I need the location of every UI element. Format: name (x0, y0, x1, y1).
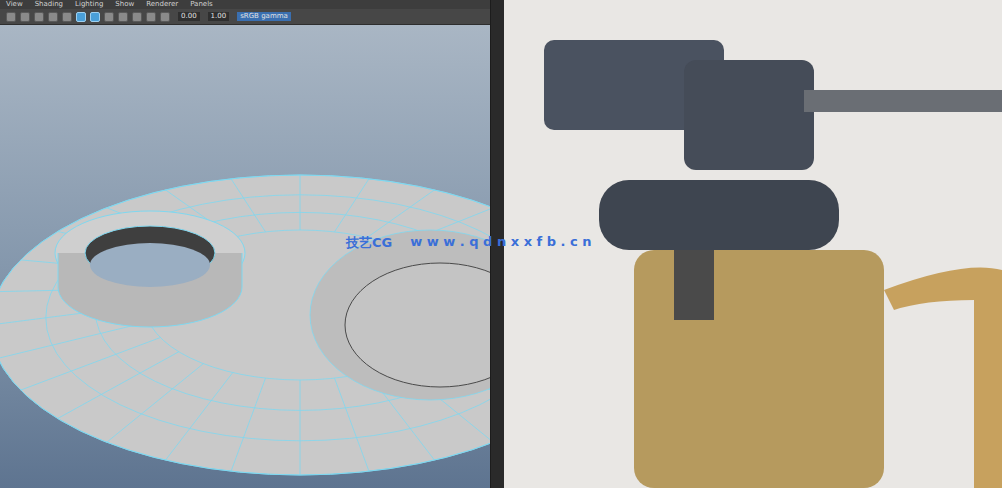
exposure-field[interactable]: 0.00 (178, 12, 200, 21)
menu-item[interactable]: Renderer (146, 0, 178, 9)
tool-button-icon[interactable] (90, 12, 100, 22)
panel-toolbar: 0.00 1.00 sRGB gamma (0, 9, 490, 25)
colorspace-field[interactable]: sRGB gamma (237, 12, 291, 21)
tool-button-icon[interactable] (48, 12, 58, 22)
tool-button-icon[interactable] (62, 12, 72, 22)
tool-button-icon[interactable] (20, 12, 30, 22)
mesh-wireframe-icon[interactable] (0, 25, 490, 488)
tool-button-icon[interactable] (132, 12, 142, 22)
menu-item[interactable]: Shading (35, 0, 63, 9)
tool-button-icon[interactable] (160, 12, 170, 22)
watermark-url: w w w . q d n x x f b . c n (410, 234, 591, 252)
tool-button-icon[interactable] (76, 12, 86, 22)
screen: ViewShadingLightingShowRendererPanels0.0… (0, 0, 1002, 488)
tool-button-icon[interactable] (104, 12, 114, 22)
menu-item[interactable]: Panels (190, 0, 213, 9)
tool-button-icon[interactable] (6, 12, 16, 22)
tool-button-icon[interactable] (34, 12, 44, 22)
watermark: 技艺CG w w w . q d n x x f b . c n (346, 234, 592, 252)
watermark-brand: 技艺CG (346, 234, 392, 252)
tool-button-icon[interactable] (118, 12, 128, 22)
viewport-canvas[interactable] (0, 25, 490, 488)
panel-menu-bar: View Shading Lighting Show Renderer Panels (0, 0, 490, 9)
tool-button-icon[interactable] (146, 12, 156, 22)
menu-item[interactable]: Show (115, 0, 134, 9)
gamma-field[interactable]: 1.00 (208, 12, 230, 21)
menu-item[interactable]: View (6, 0, 23, 9)
menu-item[interactable]: Lighting (75, 0, 103, 9)
